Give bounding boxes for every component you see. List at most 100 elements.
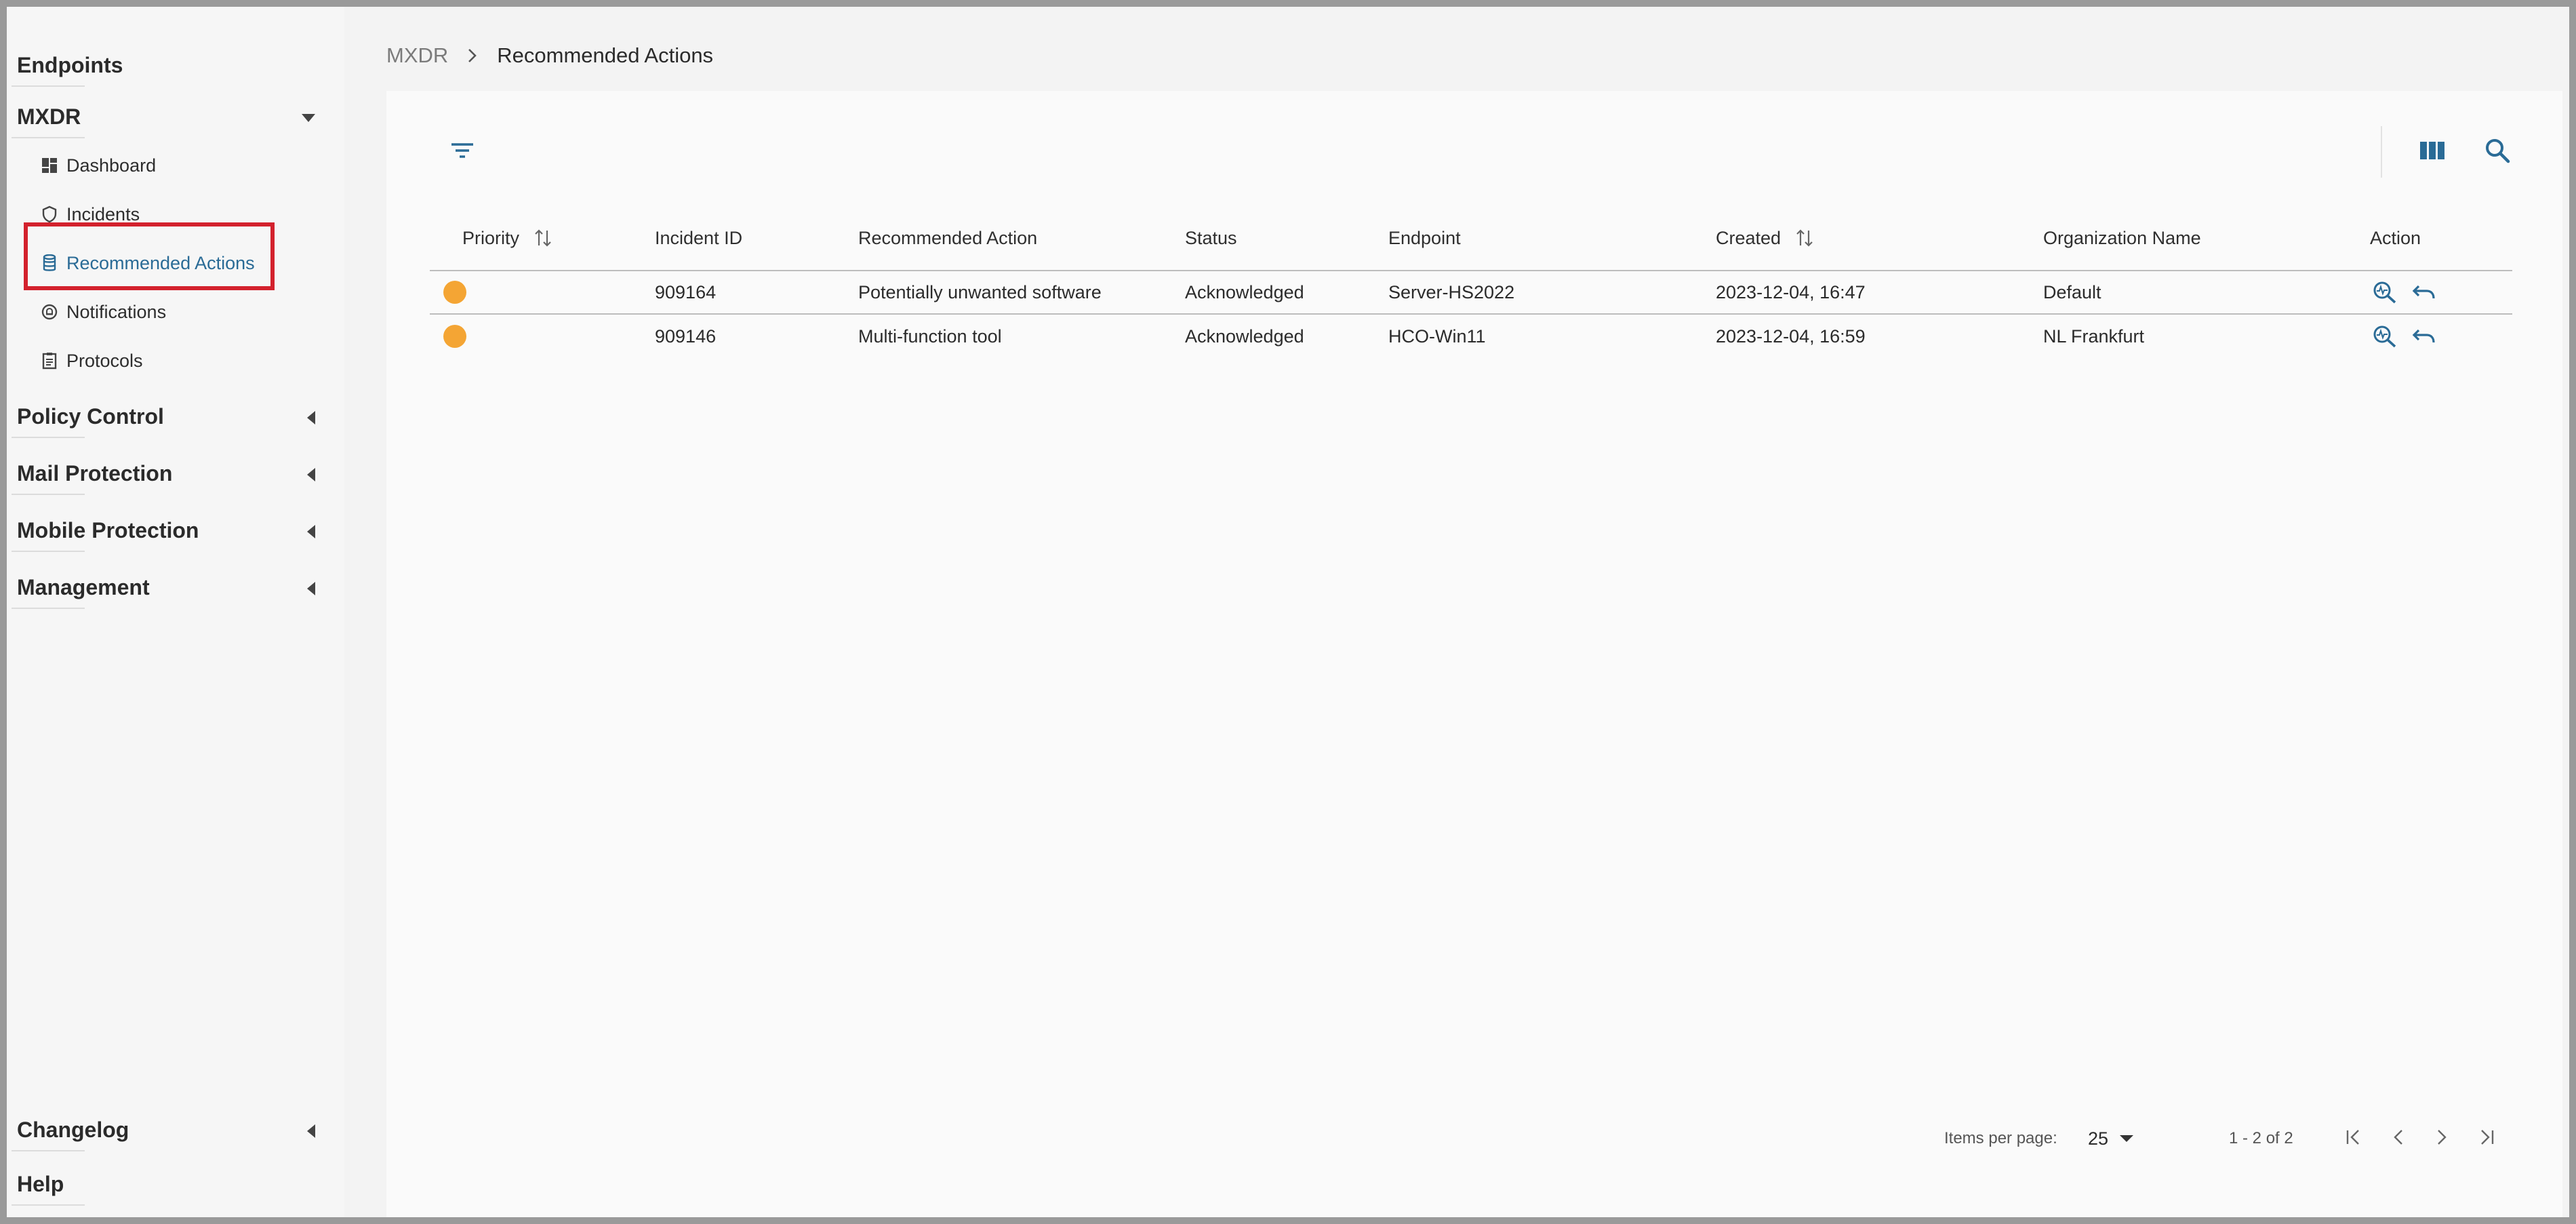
clipboard-icon xyxy=(41,352,58,370)
action-cell xyxy=(2373,271,2451,313)
sidebar-section-label: MXDR xyxy=(11,104,85,138)
filter-icon xyxy=(450,141,475,163)
caret-left-icon xyxy=(307,411,315,425)
column-header-priority[interactable]: Priority xyxy=(462,206,552,270)
status-cell: Acknowledged xyxy=(1185,281,1304,302)
priority-indicator xyxy=(443,281,466,304)
content-card: Priority Incident ID Recommended Action … xyxy=(386,91,2562,1217)
app-window: Endpoints MXDR Dashboard Incidents Recom… xyxy=(7,7,2569,1217)
recommended-action-cell: Potentially unwanted software xyxy=(858,281,1102,302)
sidebar-section-changelog[interactable]: Changelog xyxy=(11,1116,315,1151)
sidebar-section-label: Help xyxy=(11,1172,85,1206)
last-page-icon xyxy=(2475,1128,2495,1150)
sidebar-item-label: Protocols xyxy=(66,350,143,371)
organization-cell: NL Frankfurt xyxy=(2043,325,2145,347)
endpoint-cell: HCO-Win11 xyxy=(1388,325,1486,347)
page-size-value: 25 xyxy=(2088,1128,2109,1149)
shield-icon xyxy=(41,205,58,223)
columns-icon xyxy=(2419,140,2445,164)
search-button[interactable] xyxy=(2478,133,2516,171)
created-cell: 2023-12-04, 16:59 xyxy=(1716,325,1866,347)
sidebar-section-label: Management xyxy=(12,575,150,609)
sort-icon[interactable] xyxy=(1796,228,1813,248)
items-per-page-label: Items per page: xyxy=(1944,1129,2057,1147)
priority-cell xyxy=(430,315,466,358)
organization-cell: Default xyxy=(2043,281,2101,302)
caret-left-icon xyxy=(307,525,315,538)
page-size-select[interactable]: 25 xyxy=(2088,1115,2134,1162)
sidebar-item-protocols[interactable]: Protocols xyxy=(41,344,143,377)
table-header-row: Priority Incident ID Recommended Action … xyxy=(430,206,2512,271)
sidebar-item-label: Incidents xyxy=(66,203,140,224)
dashboard-icon xyxy=(41,157,58,174)
toolbar-divider xyxy=(2381,126,2382,178)
sort-icon[interactable] xyxy=(534,228,552,248)
breadcrumb-parent[interactable]: MXDR xyxy=(386,43,448,68)
investigate-icon[interactable] xyxy=(2373,325,2397,348)
priority-indicator xyxy=(443,325,466,348)
column-header-endpoint: Endpoint xyxy=(1388,227,1461,248)
recommended-actions-table: Priority Incident ID Recommended Action … xyxy=(430,206,2512,358)
sidebar-item-dashboard[interactable]: Dashboard xyxy=(41,149,156,182)
created-cell: 2023-12-04, 16:47 xyxy=(1716,281,1866,302)
investigate-icon[interactable] xyxy=(2373,281,2397,304)
chevron-right-icon xyxy=(467,47,478,64)
breadcrumb: MXDR Recommended Actions xyxy=(386,38,713,73)
sidebar-section-endpoints[interactable]: Endpoints xyxy=(11,52,315,87)
caret-left-icon xyxy=(307,1124,315,1138)
sidebar-section-mxdr[interactable]: MXDR xyxy=(11,103,315,138)
recommended-action-cell: Multi-function tool xyxy=(858,325,1002,347)
undo-icon[interactable] xyxy=(2412,283,2436,301)
filter-button[interactable] xyxy=(445,134,480,170)
breadcrumb-current: Recommended Actions xyxy=(497,43,714,67)
column-header-label: Created xyxy=(1716,227,1782,248)
table-row[interactable]: 909164 Potentially unwanted software Ack… xyxy=(430,271,2512,315)
sidebar-section-label: Mobile Protection xyxy=(11,518,199,552)
first-page-icon xyxy=(2345,1128,2365,1150)
chevron-left-icon xyxy=(2392,1128,2405,1150)
columns-button[interactable] xyxy=(2413,133,2451,171)
sidebar-section-management[interactable]: Management xyxy=(12,574,315,609)
undo-icon[interactable] xyxy=(2412,328,2436,345)
sidebar-item-label: Notifications xyxy=(66,301,167,322)
priority-cell xyxy=(430,271,466,313)
search-icon xyxy=(2484,138,2510,167)
incident-id-cell: 909164 xyxy=(655,281,717,302)
action-cell xyxy=(2373,315,2451,358)
column-header-incident-id: Incident ID xyxy=(655,227,743,248)
sidebar-section-label: Changelog xyxy=(11,1118,129,1151)
last-page-button[interactable] xyxy=(2473,1126,2497,1151)
previous-page-button[interactable] xyxy=(2386,1126,2411,1151)
sidebar-section-label: Mail Protection xyxy=(11,461,173,495)
caret-down-icon xyxy=(302,114,315,122)
sidebar: Endpoints MXDR Dashboard Incidents Recom… xyxy=(7,7,344,1217)
chevron-right-icon xyxy=(2435,1128,2449,1150)
sidebar-section-mobile-protection[interactable]: Mobile Protection xyxy=(11,517,315,552)
sidebar-section-mail-protection[interactable]: Mail Protection xyxy=(11,460,315,495)
column-header-created[interactable]: Created xyxy=(1716,206,1813,270)
sidebar-item-label: Dashboard xyxy=(66,155,157,176)
column-header-recommended-action: Recommended Action xyxy=(858,227,1038,248)
sidebar-section-label: Policy Control xyxy=(12,404,164,438)
sidebar-section-help[interactable]: Help xyxy=(11,1170,315,1206)
highlight-box xyxy=(24,222,275,290)
column-header-label: Priority xyxy=(462,227,520,248)
caret-left-icon xyxy=(307,582,315,595)
column-header-action: Action xyxy=(2370,227,2421,248)
status-cell: Acknowledged xyxy=(1185,325,1304,347)
sidebar-section-policy-control[interactable]: Policy Control xyxy=(12,403,315,438)
column-header-organization-name: Organization Name xyxy=(2043,227,2201,248)
caret-down-icon xyxy=(2119,1134,2134,1143)
endpoint-cell: Server-HS2022 xyxy=(1388,281,1515,302)
column-header-status: Status xyxy=(1185,227,1237,248)
paginator: Items per page: 25 1 - 2 of 2 xyxy=(386,1115,2562,1162)
caret-left-icon xyxy=(307,468,315,481)
first-page-button[interactable] xyxy=(2343,1126,2367,1151)
sidebar-item-notifications[interactable]: Notifications xyxy=(41,296,166,328)
incident-id-cell: 909146 xyxy=(655,325,717,347)
range-label: 1 - 2 of 2 xyxy=(2229,1129,2293,1147)
next-page-button[interactable] xyxy=(2430,1126,2454,1151)
bell-icon xyxy=(41,303,58,321)
table-row[interactable]: 909146 Multi-function tool Acknowledged … xyxy=(430,315,2512,358)
sidebar-section-label: Endpoints xyxy=(11,53,123,87)
